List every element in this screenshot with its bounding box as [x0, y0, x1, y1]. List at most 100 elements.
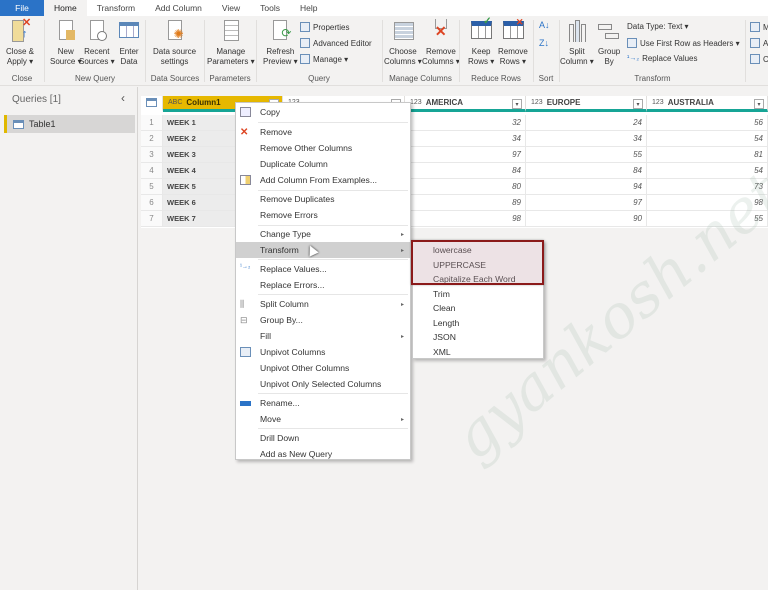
cell-europe[interactable]: 24 [526, 115, 647, 131]
collapse-icon[interactable]: ‹ [121, 91, 125, 105]
query-item-table1[interactable]: Table1 [4, 115, 135, 133]
cell-america[interactable]: 89 [405, 195, 526, 211]
data-source-settings-button[interactable]: ✺ Data source settings [153, 18, 196, 67]
cell-america[interactable]: 32 [405, 115, 526, 131]
submenu-item-clean[interactable]: Clean [413, 301, 543, 316]
cell-america[interactable]: 34 [405, 131, 526, 147]
menu-item-unpivot-columns[interactable]: Unpivot Columns [236, 344, 410, 360]
column-header-australia[interactable]: 123 AUSTRALIA ▾ [647, 96, 768, 112]
sort-ascending-icon[interactable]: A↓ [539, 20, 550, 30]
filter-dropdown-icon[interactable]: ▾ [633, 99, 643, 109]
cell-australia[interactable]: 54 [647, 131, 768, 147]
row-number[interactable]: 2 [141, 131, 163, 147]
column-header-america[interactable]: 123 AMERICA ▾ [405, 96, 526, 112]
number-type-icon[interactable]: 123 [652, 99, 664, 106]
cell-australia[interactable]: 73 [647, 179, 768, 195]
menu-item-unpivot-other-columns[interactable]: Unpivot Other Columns [236, 360, 410, 376]
cell-europe[interactable]: 94 [526, 179, 647, 195]
tab-file[interactable]: File [0, 0, 44, 16]
menu-item-rename[interactable]: Rename... [236, 395, 410, 411]
menu-item-remove-duplicates[interactable]: Remove Duplicates [236, 191, 410, 207]
close-apply-icon: ✕ ↑ [9, 18, 31, 44]
text-type-icon[interactable]: ABC [168, 99, 182, 106]
close-apply-button[interactable]: ✕ ↑ Close & Apply ▾ [6, 18, 34, 67]
cell-australia[interactable]: 55 [647, 211, 768, 227]
advanced-editor-button[interactable]: Advanced Editor [300, 38, 372, 48]
number-type-icon[interactable]: 123 [531, 99, 543, 106]
cell-australia[interactable]: 81 [647, 147, 768, 163]
keep-rows-button[interactable]: ✓ Keep Rows ▾ [468, 17, 494, 67]
menu-item-add-column-from-examples[interactable]: Add Column From Examples... [236, 172, 410, 188]
choose-columns-icon [392, 18, 414, 44]
cell-europe[interactable]: 34 [526, 131, 647, 147]
cell-america[interactable]: 97 [405, 147, 526, 163]
tab-view[interactable]: View [212, 0, 250, 16]
manage-button[interactable]: Manage ▾ [300, 54, 348, 64]
row-number[interactable]: 3 [141, 147, 163, 163]
manage-parameters-button[interactable]: Manage Parameters ▾ [207, 18, 255, 67]
filter-dropdown-icon[interactable]: ▾ [512, 99, 522, 109]
sort-descending-icon[interactable]: Z↓ [539, 38, 549, 48]
number-type-icon[interactable]: 123 [410, 99, 422, 106]
cell-australia[interactable]: 98 [647, 195, 768, 211]
menu-item-fill[interactable]: Fill ▸ [236, 328, 410, 344]
menu-item-replace-values[interactable]: ¹→₂ Replace Values... [236, 261, 410, 277]
menu-item-remove-errors[interactable]: Remove Errors [236, 207, 410, 223]
properties-button[interactable]: Properties [300, 22, 349, 32]
menu-item-change-type[interactable]: Change Type ▸ [236, 226, 410, 242]
tab-add-column[interactable]: Add Column [145, 0, 212, 16]
menu-item-copy[interactable]: Copy [236, 104, 410, 120]
submenu-item-json[interactable]: JSON [413, 330, 543, 345]
data-type-dropdown[interactable]: Data Type: Text ▾ [627, 22, 689, 31]
cell-europe[interactable]: 55 [526, 147, 647, 163]
menu-item-add-as-new-query[interactable]: Add as New Query [236, 446, 410, 462]
row-number[interactable]: 1 [141, 115, 163, 131]
tab-home[interactable]: Home [44, 0, 87, 16]
cell-america[interactable]: 84 [405, 163, 526, 179]
append-queries-button[interactable]: A [750, 38, 768, 48]
refresh-preview-button[interactable]: ⟳ Refresh Preview ▾ [263, 18, 298, 67]
filter-dropdown-icon[interactable]: ▾ [754, 99, 764, 109]
cell-australia[interactable]: 56 [647, 115, 768, 131]
submenu-item-length[interactable]: Length [413, 316, 543, 331]
menu-item-move[interactable]: Move ▸ [236, 411, 410, 427]
choose-columns-button[interactable]: Choose Columns ▾ [384, 18, 422, 67]
row-number[interactable]: 4 [141, 163, 163, 179]
menu-item-duplicate-column[interactable]: Duplicate Column [236, 156, 410, 172]
menu-item-replace-errors[interactable]: Replace Errors... [236, 277, 410, 293]
split-column-button[interactable]: Split Column ▾ [560, 18, 594, 67]
submenu-item-trim[interactable]: Trim [413, 287, 543, 302]
group-by-button[interactable]: Group By [598, 18, 620, 67]
cell-europe[interactable]: 84 [526, 163, 647, 179]
cell-europe[interactable]: 90 [526, 211, 647, 227]
submenu-item-xml[interactable]: XML [413, 345, 543, 360]
remove-columns-button[interactable]: ✕ Remove Columns ▾ [422, 18, 460, 67]
new-source-button[interactable]: New Source ▾ [50, 18, 82, 67]
column-header-europe[interactable]: 123 EUROPE ▾ [526, 96, 647, 112]
menu-item-unpivot-only-selected-columns[interactable]: Unpivot Only Selected Columns [236, 376, 410, 392]
menu-item-remove[interactable]: ✕ Remove [236, 124, 410, 140]
menu-item-split-column[interactable]: ⫼ Split Column ▸ [236, 296, 410, 312]
table-menu-button[interactable] [141, 96, 163, 112]
cell-america[interactable]: 80 [405, 179, 526, 195]
replace-values-button[interactable]: ¹→₂ Replace Values [627, 54, 698, 63]
menu-item-group-by[interactable]: ⊟ Group By... [236, 312, 410, 328]
row-number[interactable]: 6 [141, 195, 163, 211]
recent-sources-button[interactable]: Recent Sources ▾ [79, 18, 115, 67]
enter-data-button[interactable]: Enter Data [118, 18, 140, 67]
cell-australia[interactable]: 54 [647, 163, 768, 179]
tab-help[interactable]: Help [290, 0, 327, 16]
combine-files-button[interactable]: C [750, 54, 768, 64]
menu-item-remove-other-columns[interactable]: Remove Other Columns [236, 140, 410, 156]
row-number[interactable]: 7 [141, 211, 163, 227]
tab-tools[interactable]: Tools [250, 0, 290, 16]
remove-rows-button[interactable]: ✕ Remove Rows ▾ [498, 17, 528, 67]
use-first-row-as-headers-button[interactable]: Use First Row as Headers ▾ [627, 38, 740, 48]
cell-america[interactable]: 98 [405, 211, 526, 227]
menu-item-transform[interactable]: Transform ▸ [236, 242, 410, 258]
tab-transform[interactable]: Transform [87, 0, 145, 16]
menu-item-drill-down[interactable]: Drill Down [236, 430, 410, 446]
cell-europe[interactable]: 97 [526, 195, 647, 211]
row-number[interactable]: 5 [141, 179, 163, 195]
merge-queries-button[interactable]: M [750, 22, 768, 32]
